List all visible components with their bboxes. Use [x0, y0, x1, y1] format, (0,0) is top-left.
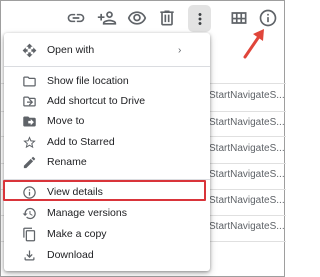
file-row-text[interactable]: StartNavigateS... — [209, 169, 285, 180]
view-details-highlight — [3, 180, 206, 201]
add-person-icon[interactable] — [95, 6, 119, 30]
pencil-icon — [21, 154, 37, 170]
menu-item-label: Open with — [47, 44, 95, 56]
menu-item-make-copy[interactable]: Make a copy — [4, 223, 210, 245]
menu-item-label: Make a copy — [47, 228, 107, 240]
file-row-text[interactable]: StartNavigateS... — [209, 195, 285, 206]
context-menu: Open with › Show file location Add short… — [4, 33, 210, 271]
file-row-text[interactable]: StartNavigateS... — [209, 117, 285, 128]
menu-item-download[interactable]: Download — [4, 244, 210, 266]
menu-item-open-with[interactable]: Open with › — [4, 39, 210, 61]
menu-divider — [4, 66, 210, 67]
menu-item-label: Move to — [47, 115, 85, 127]
menu-item-label: Manage versions — [47, 207, 127, 219]
copy-icon — [21, 226, 37, 242]
file-row-text[interactable]: StartNavigateS... — [209, 143, 285, 154]
menu-item-add-starred[interactable]: Add to Starred — [4, 131, 210, 153]
history-clock-icon — [21, 205, 37, 221]
menu-item-add-shortcut[interactable]: Add shortcut to Drive — [4, 90, 210, 112]
annotation-arrow — [243, 29, 264, 59]
menu-item-label: Add to Starred — [47, 136, 115, 148]
menu-item-label: Show file location — [47, 75, 129, 87]
folder-icon — [21, 73, 37, 89]
chevron-right-icon: › — [178, 44, 182, 56]
star-icon — [21, 134, 37, 150]
add-shortcut-icon — [21, 93, 37, 109]
more-actions-button[interactable] — [188, 5, 211, 32]
more-vert-icon — [198, 12, 201, 25]
move-arrows-icon — [21, 42, 37, 58]
file-row-text[interactable]: StartNavigateS... — [209, 90, 285, 101]
menu-item-label: Add shortcut to Drive — [47, 95, 146, 107]
menu-item-move-to[interactable]: Move to — [4, 110, 210, 132]
menu-item-label: Download — [47, 249, 94, 261]
file-row-text[interactable]: StartNavigateS... — [209, 221, 285, 232]
preview-eye-icon[interactable] — [125, 6, 149, 30]
menu-item-rename[interactable]: Rename — [4, 151, 210, 173]
menu-item-manage-versions[interactable]: Manage versions — [4, 202, 210, 224]
link-icon[interactable] — [64, 6, 88, 30]
move-folder-icon — [21, 113, 37, 129]
trash-icon[interactable] — [155, 6, 179, 30]
menu-item-label: Rename — [47, 156, 87, 168]
menu-item-show-file-location[interactable]: Show file location — [4, 70, 210, 92]
download-icon — [21, 247, 37, 263]
